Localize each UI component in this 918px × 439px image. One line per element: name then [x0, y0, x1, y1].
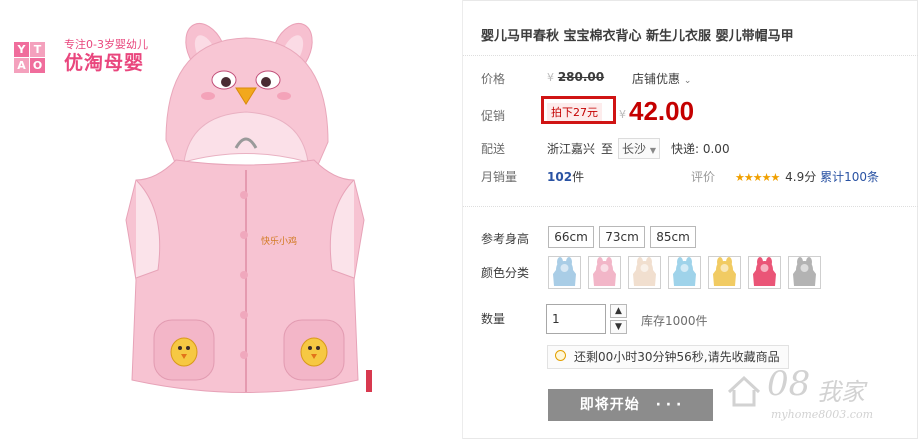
start-button-label: 即将开始: [579, 397, 640, 413]
product-info-panel: 婴儿马甲春秋 宝宝棉衣背心 新生儿衣服 婴儿带帽马甲 价格 ¥ 280.00 店…: [463, 0, 918, 439]
quantity-input[interactable]: 1: [546, 304, 606, 334]
brand-mark-letter: T: [30, 42, 45, 57]
color-swatch-7[interactable]: [788, 256, 821, 289]
quantity-decrease-button[interactable]: ▼: [610, 320, 627, 334]
start-soon-button[interactable]: 即将开始 · · ·: [548, 389, 713, 421]
product-title[interactable]: 婴儿马甲春秋 宝宝棉衣背心 新生儿衣服 婴儿带帽马甲: [481, 25, 794, 44]
color-swatch-1[interactable]: [548, 256, 581, 289]
product-image: 快乐小鸡: [125, 23, 372, 393]
divider: [463, 55, 918, 56]
monthly-sales: 102件: [547, 168, 584, 185]
promo-label: 促销: [481, 109, 506, 123]
destination-value: 长沙: [622, 142, 647, 156]
swatch-thumbnail-icon: [593, 257, 616, 286]
house-icon: [727, 375, 761, 407]
rating-label: 评价: [691, 170, 716, 184]
brand-mark: Y T A O: [14, 42, 66, 82]
chevron-down-icon: ⌄: [683, 76, 692, 86]
color-swatch-6[interactable]: [748, 256, 781, 289]
price-label: 价格: [481, 72, 506, 86]
monthly-sales-count: 102: [547, 170, 573, 184]
original-price-value: 280.00: [557, 70, 605, 84]
destination-dropdown[interactable]: 长沙 ▼: [618, 138, 660, 159]
currency-symbol: ¥: [547, 71, 554, 84]
promo-tag: 拍下27元: [547, 103, 602, 121]
brand-mark-letter: Y: [14, 42, 29, 57]
rating-stars-icon: ★★★★★: [735, 171, 780, 184]
countdown-notice: 还剩00小时30分钟56秒,请先收藏商品: [547, 345, 789, 369]
delivery-origin: 浙江嘉兴: [547, 142, 596, 156]
delivery-to: 至: [601, 142, 614, 156]
sales-label: 月销量: [481, 170, 518, 184]
watermark-logo: 08: [767, 364, 811, 404]
product-image-panel[interactable]: Y T A O 专注0-3岁婴幼儿 优淘母婴 快乐小鸡: [0, 0, 463, 439]
swatch-thumbnail-icon: [633, 257, 656, 286]
size-option-66cm[interactable]: 66cm: [548, 226, 594, 248]
stock-text: 库存1000件: [641, 314, 708, 328]
delivery-label: 配送: [481, 142, 506, 156]
promo-price: 42.00: [629, 96, 695, 126]
more-dots-icon: · · ·: [655, 397, 682, 413]
color-swatch-3[interactable]: [628, 256, 661, 289]
review-count-link[interactable]: 累计100条: [820, 170, 879, 184]
currency-symbol: ¥: [619, 108, 626, 121]
brand-mark-letter: O: [30, 58, 45, 73]
watermark-url: myhome8003.com: [771, 408, 873, 421]
size-option-73cm[interactable]: 73cm: [599, 226, 645, 248]
swatch-thumbnail-icon: [713, 257, 736, 286]
countdown-text: 还剩00小时30分钟56秒,请先收藏商品: [574, 350, 780, 364]
swatch-thumbnail-icon: [753, 257, 776, 286]
caret-up-icon: ▲: [615, 306, 622, 316]
lightbulb-icon: [555, 350, 566, 361]
swatch-thumbnail-icon: [793, 257, 816, 286]
quantity-increase-button[interactable]: ▲: [610, 304, 627, 318]
original-price: ¥ 280.00: [547, 70, 604, 84]
caret-down-icon: ▼: [615, 322, 622, 332]
color-label: 颜色分类: [481, 266, 530, 280]
brand-mark-letter: A: [14, 58, 29, 73]
monthly-sales-unit: 件: [572, 170, 585, 184]
express-fee: 快递: 0.00: [671, 142, 730, 156]
watermark-cn: 我家: [817, 378, 865, 406]
shop-promo-dropdown[interactable]: 店铺优惠 ⌄: [632, 70, 691, 87]
size-label: 参考身高: [481, 232, 530, 246]
swatch-thumbnail-icon: [553, 257, 576, 286]
rating[interactable]: ★★★★★ 4.9分 累计100条: [735, 168, 879, 185]
color-swatch-5[interactable]: [708, 256, 741, 289]
caret-down-icon: ▼: [649, 146, 656, 155]
divider: [463, 206, 918, 207]
quantity-label: 数量: [481, 312, 506, 326]
swatch-thumbnail-icon: [673, 257, 696, 286]
shop-promo-label: 店铺优惠: [632, 72, 681, 86]
color-swatch-2[interactable]: [588, 256, 621, 289]
rating-score: 4.9分: [785, 170, 817, 184]
size-option-85cm[interactable]: 85cm: [650, 226, 696, 248]
garment-chest-text: 快乐小鸡: [261, 235, 297, 247]
color-swatch-4[interactable]: [668, 256, 701, 289]
